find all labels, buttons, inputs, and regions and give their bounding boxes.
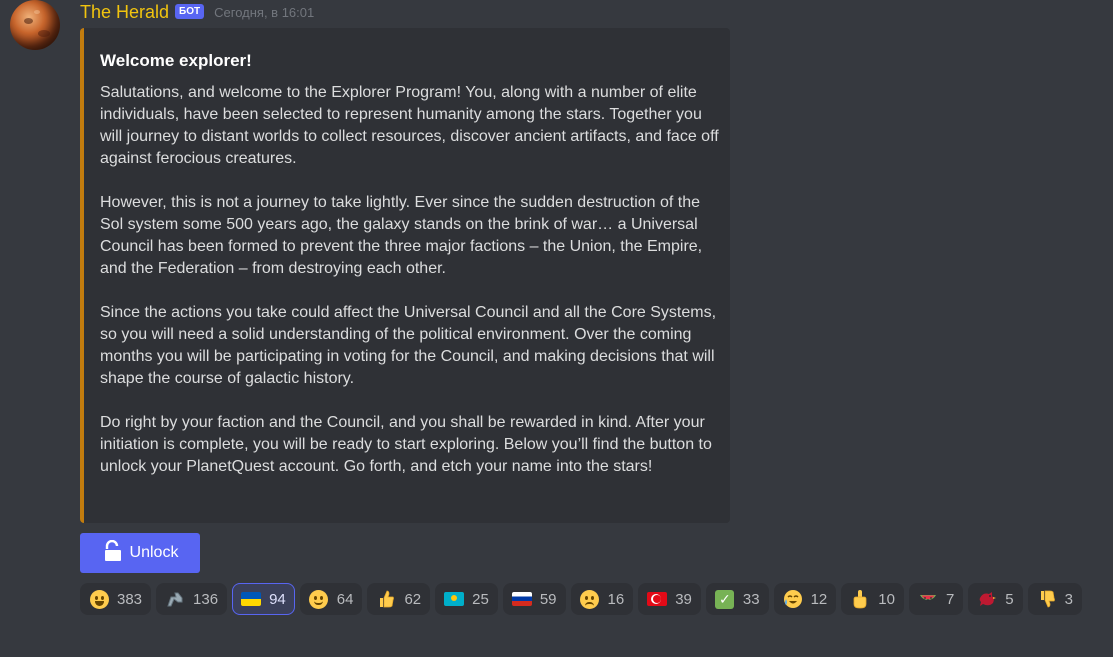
- flag-ukraine-icon: [240, 588, 262, 610]
- check-mark-icon: ✓: [714, 588, 736, 610]
- flag-turkey-icon: [646, 588, 668, 610]
- thumbs-up-icon: [375, 588, 397, 610]
- reaction-count: 3: [1064, 590, 1073, 608]
- flag-kazakhstan-icon: [443, 588, 465, 610]
- bot-avatar[interactable]: [10, 0, 60, 50]
- reaction-flag-turkey[interactable]: 39: [638, 583, 701, 615]
- embed-title: Welcome explorer!: [100, 51, 252, 70]
- reaction-count: 5: [1005, 590, 1014, 608]
- username[interactable]: The Herald: [80, 2, 169, 23]
- reaction-thumbs-up[interactable]: 62: [367, 583, 431, 615]
- unlock-button-label: Unlock: [129, 544, 179, 561]
- reaction-count: 7: [945, 590, 955, 608]
- reaction-count: 383: [117, 590, 143, 608]
- reaction-count: 136: [193, 590, 219, 608]
- reaction-smiley[interactable]: 383: [80, 583, 152, 615]
- reaction-count: 10: [878, 590, 895, 608]
- reaction-count: 62: [404, 590, 422, 608]
- reaction-count: 25: [472, 590, 489, 608]
- message: The Herald БОТ Сегодня, в 16:01 Welcome …: [0, 0, 1113, 657]
- crying-laughing-face-icon: [782, 588, 804, 610]
- reaction-count: 39: [675, 590, 692, 608]
- bot-badge: БОТ: [175, 3, 205, 19]
- reaction-flag-russia[interactable]: 59: [502, 583, 566, 615]
- red-bird-icon: [976, 588, 998, 610]
- reaction-frowning[interactable]: 16: [570, 583, 634, 615]
- timestamp[interactable]: Сегодня, в 16:01: [214, 5, 314, 20]
- mechanical-arm-icon: [164, 588, 186, 610]
- reaction-middle-finger[interactable]: 10: [841, 583, 904, 615]
- reaction-count: 33: [742, 590, 760, 608]
- reaction-count: 64: [336, 590, 354, 608]
- reaction-check-mark[interactable]: ✓ 33: [705, 583, 769, 615]
- embed: Welcome explorer! Salutations, and welco…: [80, 28, 730, 523]
- reactions-bar: 383 136 94 64 62 25 59 16 39 ✓ 33 12 10 …: [80, 583, 1110, 620]
- embed-paragraph: However, this is not a journey to take l…: [100, 194, 703, 277]
- reaction-crying-laughing[interactable]: 12: [773, 583, 837, 615]
- reaction-flag-ukraine[interactable]: 94: [232, 583, 295, 615]
- watermelon-icon: [917, 588, 939, 610]
- embed-paragraph: Do right by your faction and the Council…: [100, 414, 712, 475]
- reaction-mechanical-arm[interactable]: 136: [156, 583, 228, 615]
- embed-paragraph: Salutations, and welcome to the Explorer…: [100, 84, 719, 167]
- reaction-grinning[interactable]: 64: [299, 583, 363, 615]
- reaction-count: 16: [607, 590, 625, 608]
- message-header: The Herald БОТ Сегодня, в 16:01: [80, 1, 314, 23]
- unlock-icon: [102, 539, 130, 567]
- reaction-count: 12: [810, 590, 828, 608]
- grinning-face-icon: [308, 588, 330, 610]
- embed-paragraph: Since the actions you take could affect …: [100, 304, 717, 387]
- flag-russia-icon: [511, 588, 533, 610]
- middle-finger-icon: [849, 588, 871, 610]
- unlock-button[interactable]: Unlock: [80, 533, 200, 573]
- reaction-thumbs-down[interactable]: 3: [1027, 583, 1082, 615]
- reaction-flag-kazakhstan[interactable]: 25: [435, 583, 498, 615]
- thumbs-down-icon: [1036, 588, 1058, 610]
- smiley-face-icon: [88, 588, 110, 610]
- reaction-red-bird[interactable]: 5: [968, 583, 1023, 615]
- reaction-watermelon[interactable]: 7: [908, 583, 964, 615]
- reaction-count: 94: [269, 590, 286, 608]
- reaction-count: 59: [539, 590, 557, 608]
- frowning-face-icon: [579, 588, 601, 610]
